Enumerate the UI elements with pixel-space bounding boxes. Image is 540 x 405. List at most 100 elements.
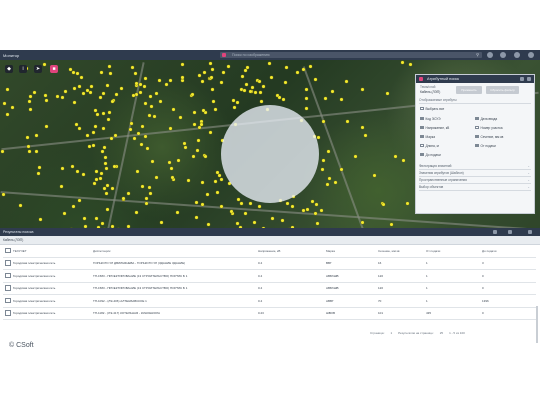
map-marker[interactable]: [291, 204, 295, 208]
map-marker[interactable]: [165, 83, 169, 87]
collapse-icon[interactable]: [528, 230, 532, 234]
map-marker[interactable]: [76, 169, 80, 173]
map-marker[interactable]: [88, 91, 92, 95]
map-marker[interactable]: [212, 100, 216, 104]
map-marker[interactable]: [304, 88, 308, 92]
map-marker[interactable]: [85, 134, 89, 138]
checkbox-box[interactable]: [420, 152, 424, 157]
map-marker[interactable]: [104, 155, 108, 159]
map-marker[interactable]: [237, 197, 241, 201]
checkbox-box[interactable]: [475, 125, 479, 130]
map-marker[interactable]: [114, 92, 118, 96]
map-marker[interactable]: [35, 134, 39, 138]
accordion-filter-values[interactable]: Фильтрация значений ⌄: [419, 163, 531, 170]
map-marker[interactable]: [120, 86, 124, 90]
map-marker[interactable]: [102, 146, 106, 150]
map-marker[interactable]: [98, 176, 102, 180]
map-marker[interactable]: [168, 161, 172, 164]
attribute-checkbox[interactable]: Номер участка: [475, 125, 503, 130]
row-checkbox[interactable]: [5, 260, 11, 266]
map-marker[interactable]: [301, 67, 305, 71]
row-checkbox[interactable]: [5, 272, 11, 278]
map-marker[interactable]: [106, 83, 110, 87]
map-marker[interactable]: [183, 141, 187, 145]
map-marker[interactable]: [248, 201, 252, 205]
map-marker[interactable]: [134, 81, 138, 85]
map-marker[interactable]: [77, 199, 81, 203]
map-marker[interactable]: [373, 174, 377, 178]
column-header[interactable]: Напряжение, кВ: [256, 245, 324, 258]
attribute-checkbox[interactable]: Сечение, мм кв: [475, 134, 503, 139]
map-marker[interactable]: [207, 223, 211, 227]
map-marker[interactable]: [94, 169, 98, 173]
map-marker[interactable]: [146, 146, 150, 150]
map-marker[interactable]: [147, 185, 151, 189]
map-marker[interactable]: [110, 100, 114, 104]
map-marker[interactable]: [211, 88, 215, 92]
map-marker[interactable]: [100, 149, 104, 153]
map-marker[interactable]: [315, 202, 319, 206]
map-marker[interactable]: [209, 131, 213, 135]
map-marker[interactable]: [246, 65, 250, 69]
map-marker[interactable]: [175, 210, 179, 214]
map-marker[interactable]: [232, 99, 236, 103]
map-marker[interactable]: [316, 135, 320, 139]
map-marker[interactable]: [92, 181, 96, 185]
map-marker[interactable]: [136, 170, 139, 174]
map-marker[interactable]: [284, 65, 288, 69]
map-marker[interactable]: [184, 145, 188, 149]
map-marker[interactable]: [105, 166, 109, 170]
map-marker[interactable]: [257, 205, 261, 209]
map-marker[interactable]: [142, 84, 146, 88]
attribute-checkbox[interactable]: Марка: [420, 134, 435, 139]
map-marker[interactable]: [203, 155, 207, 159]
map-marker[interactable]: [361, 87, 365, 91]
map-marker[interactable]: [95, 217, 99, 221]
map-marker[interactable]: [235, 221, 239, 225]
chart-icon[interactable]: [508, 230, 512, 234]
table-scrollbar[interactable]: [536, 306, 538, 343]
map-marker[interactable]: [295, 71, 299, 75]
map-marker[interactable]: [201, 180, 205, 184]
map-marker[interactable]: [82, 216, 86, 220]
checkbox-box[interactable]: [420, 125, 424, 130]
map-marker[interactable]: [88, 144, 92, 148]
map-marker[interactable]: [144, 196, 148, 200]
map-marker[interactable]: [250, 85, 254, 89]
map-marker[interactable]: [107, 118, 111, 122]
map-marker[interactable]: [306, 207, 310, 211]
map-marker[interactable]: [102, 126, 106, 130]
map-marker[interactable]: [131, 94, 135, 98]
map-marker[interactable]: [71, 204, 75, 208]
select-all-checkbox[interactable]: Выбрать все: [420, 106, 444, 111]
map-marker[interactable]: [340, 98, 344, 102]
checkbox-box[interactable]: [475, 143, 479, 148]
menu-icon[interactable]: [528, 52, 534, 58]
map-marker[interactable]: [39, 217, 43, 221]
map-marker[interactable]: [19, 203, 23, 207]
map-marker[interactable]: [192, 154, 196, 158]
settings-icon[interactable]: [514, 52, 520, 58]
map-marker[interactable]: [249, 90, 253, 94]
map-marker[interactable]: [252, 220, 256, 224]
attribute-checkbox[interactable]: Длина, м: [420, 143, 439, 148]
checkbox-box[interactable]: [475, 116, 479, 121]
per-page-select[interactable]: 25: [440, 331, 443, 335]
map-marker[interactable]: [216, 191, 220, 195]
map-marker[interactable]: [406, 201, 410, 205]
map-marker[interactable]: [28, 94, 32, 98]
map-marker[interactable]: [268, 61, 272, 65]
map-marker[interactable]: [109, 137, 113, 141]
column-header[interactable]: До подачи: [480, 245, 536, 258]
map-marker[interactable]: [103, 161, 107, 165]
map-marker[interactable]: [190, 93, 194, 97]
reset-filter-button[interactable]: Сбросить фильтр: [486, 86, 519, 94]
map-marker[interactable]: [168, 78, 172, 82]
map-marker[interactable]: [132, 136, 136, 140]
map-marker[interactable]: [0, 150, 4, 154]
map-marker[interactable]: [213, 108, 217, 112]
map-marker[interactable]: [28, 150, 32, 154]
map-marker[interactable]: [44, 93, 48, 97]
map-marker[interactable]: [201, 80, 205, 83]
map-marker[interactable]: [309, 65, 313, 69]
